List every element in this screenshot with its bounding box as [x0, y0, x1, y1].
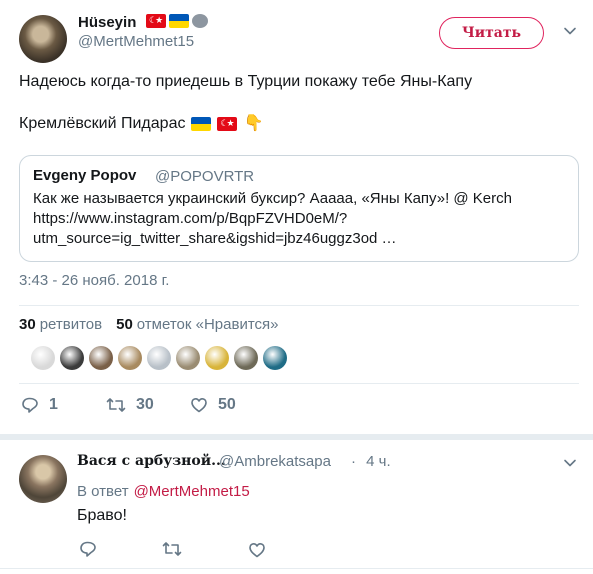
divider [0, 568, 593, 569]
liker-avatar[interactable] [60, 346, 84, 370]
tweet-stats: 30 ретвитов 50 отметок «Нравится» [19, 316, 278, 333]
author-name[interactable]: Hüseyin [78, 14, 136, 31]
tweet-text: Надеюсь когда-то приедешь в Турции покаж… [19, 73, 473, 90]
retweets-label[interactable]: ретвитов [40, 316, 102, 333]
liker-avatar[interactable] [176, 346, 200, 370]
liker-avatar[interactable] [234, 346, 258, 370]
liker-avatar[interactable] [89, 346, 113, 370]
author-avatar[interactable] [19, 15, 67, 63]
liker-avatar[interactable] [205, 346, 229, 370]
retweets-count[interactable]: 30 [19, 316, 36, 333]
reply-count: 1 [49, 396, 58, 413]
chevron-down-icon[interactable] [563, 24, 577, 38]
author-handle[interactable]: @MertMehmet15 [78, 33, 194, 50]
retweet-icon [106, 398, 126, 412]
follow-button[interactable]: Читать [439, 17, 544, 49]
reply-time-value[interactable]: 4 ч. [366, 453, 391, 470]
section-separator [0, 434, 593, 440]
retweet-icon[interactable] [162, 540, 182, 558]
ukraine-flag-icon [191, 117, 212, 131]
retweet-button[interactable]: 30 [106, 396, 154, 414]
wolf-face-icon [192, 14, 208, 28]
reply-author-name[interactable]: Вася с арбузной... [77, 453, 226, 469]
liker-avatars [31, 346, 287, 370]
reply-time[interactable]: · 4 ч. [351, 453, 391, 470]
reply-author-avatar[interactable] [19, 455, 67, 503]
divider [19, 383, 579, 384]
reply-prefix: В ответ [77, 483, 129, 500]
heart-icon [191, 398, 207, 413]
likes-label[interactable]: отметок «Нравится» [137, 316, 279, 333]
quote-text: Как же называется украинский буксир? Ааа… [33, 190, 512, 247]
liker-avatar[interactable] [263, 346, 287, 370]
quote-author-handle: @POPOVRTR [155, 168, 255, 185]
tweet-actions: 1 30 50 [0, 396, 593, 416]
reply-context: В ответ @MertMehmet15 [77, 483, 250, 500]
tweet-timestamp[interactable]: 3:43 - 26 нояб. 2018 г. [19, 272, 169, 289]
chevron-down-icon[interactable] [563, 456, 577, 470]
reply-text: Браво! [77, 507, 127, 524]
pointing-down-hand-icon: 👇 [243, 115, 264, 132]
turkey-flag-icon [146, 13, 166, 28]
heart-icon[interactable] [248, 541, 266, 559]
name-emoji-flags [146, 13, 208, 28]
liker-avatar[interactable] [118, 346, 142, 370]
tweet-text-second: Кремлёвский Пидарас [19, 115, 186, 132]
reply-button[interactable]: 1 [21, 396, 58, 414]
liker-avatar[interactable] [31, 346, 55, 370]
like-button[interactable]: 50 [190, 396, 236, 414]
divider [19, 305, 579, 306]
reply-separator: · [351, 453, 356, 470]
like-count: 50 [218, 396, 236, 413]
liker-avatar[interactable] [147, 346, 171, 370]
turkey-flag-icon [217, 116, 238, 131]
reply-to-handle-link[interactable]: @MertMehmet15 [134, 483, 250, 500]
quoted-tweet[interactable]: Evgeny Popov @POPOVRTR Как же называется… [19, 155, 579, 262]
reply-author-handle[interactable]: @Ambrekatsapa [219, 453, 331, 470]
tweet-text-line2: Кремлёвский Пидарас 👇 [19, 114, 263, 134]
retweet-count: 30 [136, 396, 154, 413]
reply-bubble-icon[interactable] [79, 540, 97, 558]
reply-bubble-icon [22, 397, 38, 413]
quote-author-name: Evgeny Popov [33, 167, 137, 184]
ukraine-flag-icon [169, 14, 189, 28]
likes-count[interactable]: 50 [116, 316, 133, 333]
